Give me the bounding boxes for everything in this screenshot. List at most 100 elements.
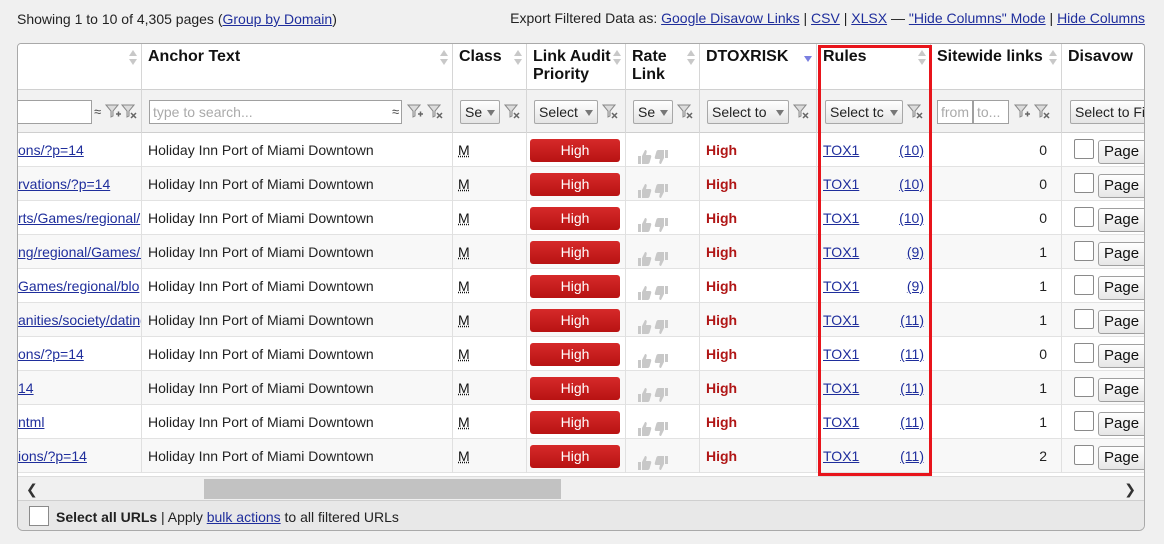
source-url-link[interactable]: Games/regional/blo xyxy=(18,278,139,294)
approx-icon[interactable]: ≈ xyxy=(392,104,399,119)
rule-link[interactable]: TOX1 xyxy=(823,278,859,294)
rule-count-link[interactable]: (11) xyxy=(900,303,924,337)
thumb-down-icon[interactable] xyxy=(654,279,670,300)
anchor-search-input[interactable]: type to search... xyxy=(149,100,402,124)
rule-count-link[interactable]: (11) xyxy=(900,337,924,371)
sort-icon[interactable] xyxy=(687,50,695,66)
sort-icon[interactable] xyxy=(514,50,522,66)
clear-filter-icon[interactable] xyxy=(426,102,444,120)
disavow-page-button[interactable]: Page xyxy=(1098,412,1144,436)
thumb-up-icon[interactable] xyxy=(636,143,652,164)
class-badge[interactable]: M xyxy=(458,312,470,328)
disavow-checkbox[interactable] xyxy=(1074,445,1094,465)
rule-count-link[interactable]: (11) xyxy=(900,405,924,439)
source-url-link[interactable]: rts/Games/regional/ xyxy=(18,210,140,226)
disavow-checkbox[interactable] xyxy=(1074,275,1094,295)
sitewide-to-input[interactable]: to... xyxy=(973,100,1009,124)
rule-link[interactable]: TOX1 xyxy=(823,142,859,158)
thumb-up-icon[interactable] xyxy=(636,177,652,198)
approx-icon[interactable]: ≈ xyxy=(94,104,101,119)
thumb-up-icon[interactable] xyxy=(636,449,652,470)
thumb-up-icon[interactable] xyxy=(636,381,652,402)
rule-link[interactable]: TOX1 xyxy=(823,176,859,192)
rule-count-link[interactable]: (10) xyxy=(899,201,924,235)
class-badge[interactable]: M xyxy=(458,380,470,396)
sort-icon[interactable] xyxy=(1049,50,1057,66)
class-badge[interactable]: M xyxy=(458,142,470,158)
thumb-up-icon[interactable] xyxy=(636,245,652,266)
column-header-dtoxrisk[interactable]: DTOXRISK xyxy=(700,44,817,90)
column-header-link-audit-priority[interactable]: Link Audit Priority xyxy=(527,44,626,90)
xlsx-link[interactable]: XLSX xyxy=(851,10,887,26)
thumb-down-icon[interactable] xyxy=(654,177,670,198)
class-badge[interactable]: M xyxy=(458,346,470,362)
clear-filter-icon[interactable] xyxy=(676,102,694,120)
class-filter-select[interactable]: Se xyxy=(460,100,500,124)
url-filter-input[interactable] xyxy=(18,100,92,124)
thumb-down-icon[interactable] xyxy=(654,347,670,368)
disavow-filter-select[interactable]: Select to Fi xyxy=(1070,100,1144,124)
class-badge[interactable]: M xyxy=(458,176,470,192)
select-all-checkbox[interactable] xyxy=(29,506,49,526)
rule-count-link[interactable]: (11) xyxy=(900,371,924,405)
clear-filter-icon[interactable] xyxy=(792,102,810,120)
group-by-domain-link[interactable]: Group by Domain xyxy=(222,11,332,27)
class-badge[interactable]: M xyxy=(458,210,470,226)
filter-funnel-icon[interactable] xyxy=(406,102,424,120)
bulk-actions-link[interactable]: bulk actions xyxy=(207,509,281,525)
thumb-up-icon[interactable] xyxy=(636,279,652,300)
scroll-right-icon[interactable]: ❯ xyxy=(1124,481,1136,498)
source-url-link[interactable]: rvations/?p=14 xyxy=(18,176,110,192)
column-header-disavow[interactable]: Disavow xyxy=(1062,44,1144,90)
disavow-page-button[interactable]: Page xyxy=(1098,208,1144,232)
disavow-checkbox[interactable] xyxy=(1074,173,1094,193)
disavow-checkbox[interactable] xyxy=(1074,309,1094,329)
thumb-down-icon[interactable] xyxy=(654,143,670,164)
source-url-link[interactable]: 14 xyxy=(18,380,34,396)
thumb-up-icon[interactable] xyxy=(636,313,652,334)
rule-link[interactable]: TOX1 xyxy=(823,346,859,362)
rule-link[interactable]: TOX1 xyxy=(823,244,859,260)
google-disavow-link[interactable]: Google Disavow Links xyxy=(661,10,800,26)
rule-count-link[interactable]: (11) xyxy=(900,439,924,473)
disavow-page-button[interactable]: Page xyxy=(1098,446,1144,470)
thumb-up-icon[interactable] xyxy=(636,211,652,232)
class-badge[interactable]: M xyxy=(458,448,470,464)
thumb-down-icon[interactable] xyxy=(654,211,670,232)
rate-filter-select[interactable]: Se xyxy=(633,100,673,124)
sort-icon[interactable] xyxy=(129,50,137,66)
sort-desc-icon[interactable] xyxy=(804,52,812,68)
source-url-link[interactable]: ntml xyxy=(18,414,44,430)
disavow-page-button[interactable]: Page xyxy=(1098,276,1144,300)
sort-icon[interactable] xyxy=(918,50,926,66)
source-url-link[interactable]: ions/?p=14 xyxy=(18,448,87,464)
scrollbar-thumb[interactable] xyxy=(204,479,561,499)
hide-columns-mode-link[interactable]: "Hide Columns" Mode xyxy=(909,10,1046,26)
column-header-sitewide-links[interactable]: Sitewide links xyxy=(931,44,1062,90)
disavow-page-button[interactable]: Page xyxy=(1098,344,1144,368)
disavow-checkbox[interactable] xyxy=(1074,411,1094,431)
priority-filter-select[interactable]: Select xyxy=(534,100,598,124)
sitewide-from-input[interactable]: from xyxy=(937,100,973,124)
source-url-link[interactable]: ons/?p=14 xyxy=(18,142,84,158)
disavow-checkbox[interactable] xyxy=(1074,377,1094,397)
rule-link[interactable]: TOX1 xyxy=(823,210,859,226)
column-header-anchor-text[interactable]: Anchor Text xyxy=(142,44,453,90)
source-url-link[interactable]: anities/society/dating xyxy=(18,312,141,328)
disavow-checkbox[interactable] xyxy=(1074,343,1094,363)
dtoxrisk-filter-select[interactable]: Select to xyxy=(707,100,789,124)
sort-icon[interactable] xyxy=(613,50,621,66)
column-header-rules[interactable]: Rules xyxy=(817,44,931,90)
sort-icon[interactable] xyxy=(440,50,448,66)
clear-filter-icon[interactable] xyxy=(906,102,924,120)
class-badge[interactable]: M xyxy=(458,278,470,294)
class-badge[interactable]: M xyxy=(458,244,470,260)
class-badge[interactable]: M xyxy=(458,414,470,430)
thumb-down-icon[interactable] xyxy=(654,449,670,470)
filter-funnel-icon[interactable] xyxy=(1013,102,1031,120)
thumb-up-icon[interactable] xyxy=(636,347,652,368)
disavow-page-button[interactable]: Page xyxy=(1098,242,1144,266)
clear-filter-icon[interactable] xyxy=(503,102,521,120)
column-header-class[interactable]: Class xyxy=(453,44,527,90)
thumb-up-icon[interactable] xyxy=(636,415,652,436)
